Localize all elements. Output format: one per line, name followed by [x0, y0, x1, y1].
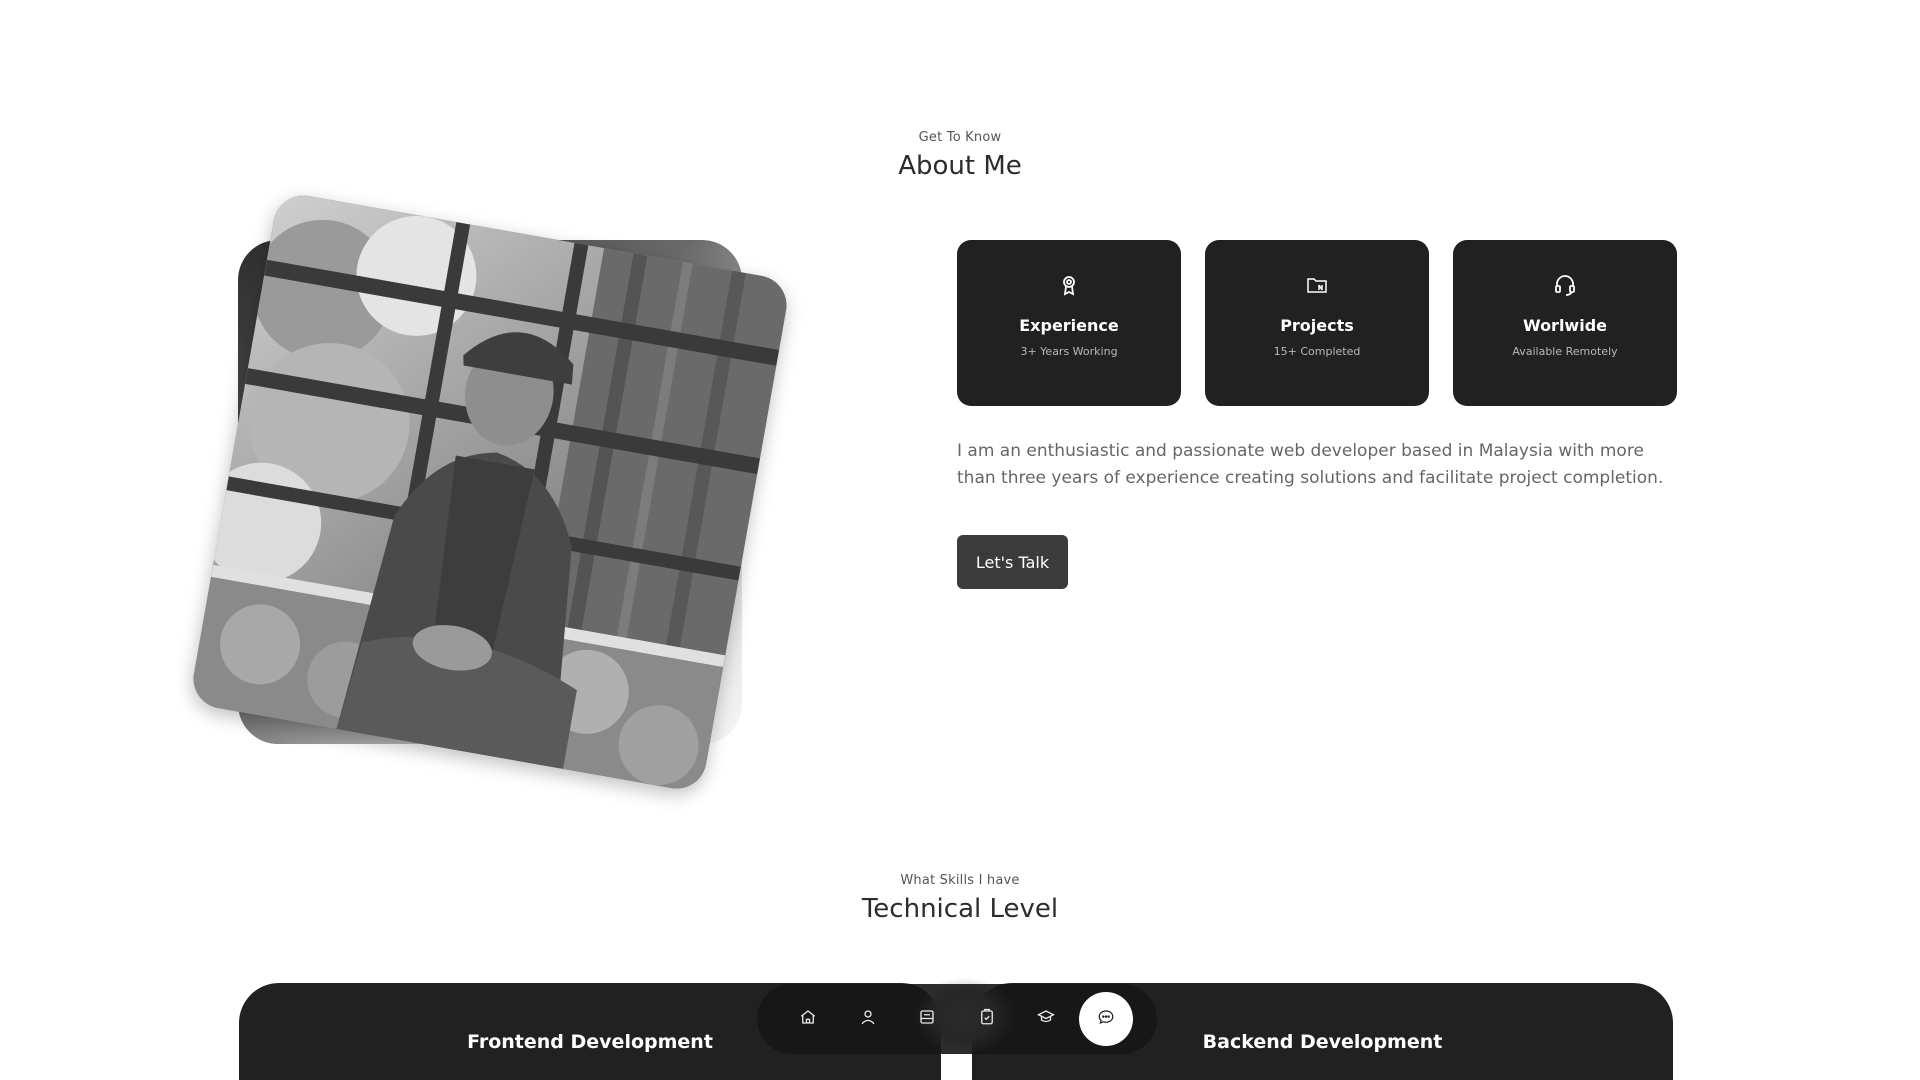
bottom-nav [757, 984, 1157, 1054]
worldwide-card-sub: Available Remotely [1512, 345, 1618, 358]
about-section-header: Get To Know About Me [0, 130, 1920, 181]
folder-icon [1304, 272, 1330, 298]
profile-photo-container [188, 190, 792, 794]
experience-card-sub: 3+ Years Working [1020, 345, 1118, 358]
experience-card-title: Experience [1019, 316, 1119, 335]
about-title: About Me [898, 151, 1022, 181]
worldwide-card: Worlwide Available Remotely [1453, 240, 1677, 406]
skills-title: Technical Level [861, 894, 1059, 924]
nav-experience[interactable] [960, 992, 1014, 1046]
projects-card: Projects 15+ Completed [1205, 240, 1429, 406]
worldwide-card-title: Worlwide [1522, 316, 1607, 335]
about-subtitle: Get To Know [918, 130, 1002, 145]
about-description: I am an enthusiastic and passionate web … [957, 441, 1664, 488]
nav-home[interactable] [781, 992, 835, 1046]
home-icon [799, 1008, 817, 1030]
book-icon [918, 1008, 936, 1030]
nav-contact[interactable] [1078, 992, 1133, 1046]
headset-icon [1552, 272, 1578, 298]
projects-card-title: Projects [1280, 316, 1354, 335]
nav-about[interactable] [841, 992, 895, 1046]
stat-cards: Experience 3+ Years Working Projects 15+… [957, 240, 1677, 406]
experience-card: Experience 3+ Years Working [957, 240, 1181, 406]
skills-subtitle: What Skills I have [900, 873, 1020, 888]
user-icon [859, 1008, 877, 1030]
nav-portfolio[interactable] [900, 992, 954, 1046]
nav-education[interactable] [1019, 992, 1073, 1046]
lets-talk-button[interactable]: Let's Talk [957, 535, 1068, 589]
projects-card-sub: 15+ Completed [1273, 345, 1361, 358]
award-icon [1056, 272, 1082, 298]
clipboard-check-icon [978, 1008, 996, 1030]
chat-icon [1097, 1008, 1115, 1030]
graduation-cap-icon [1037, 1008, 1056, 1030]
profile-photo [188, 190, 792, 794]
skills-section-header: What Skills I have Technical Level [0, 873, 1920, 924]
